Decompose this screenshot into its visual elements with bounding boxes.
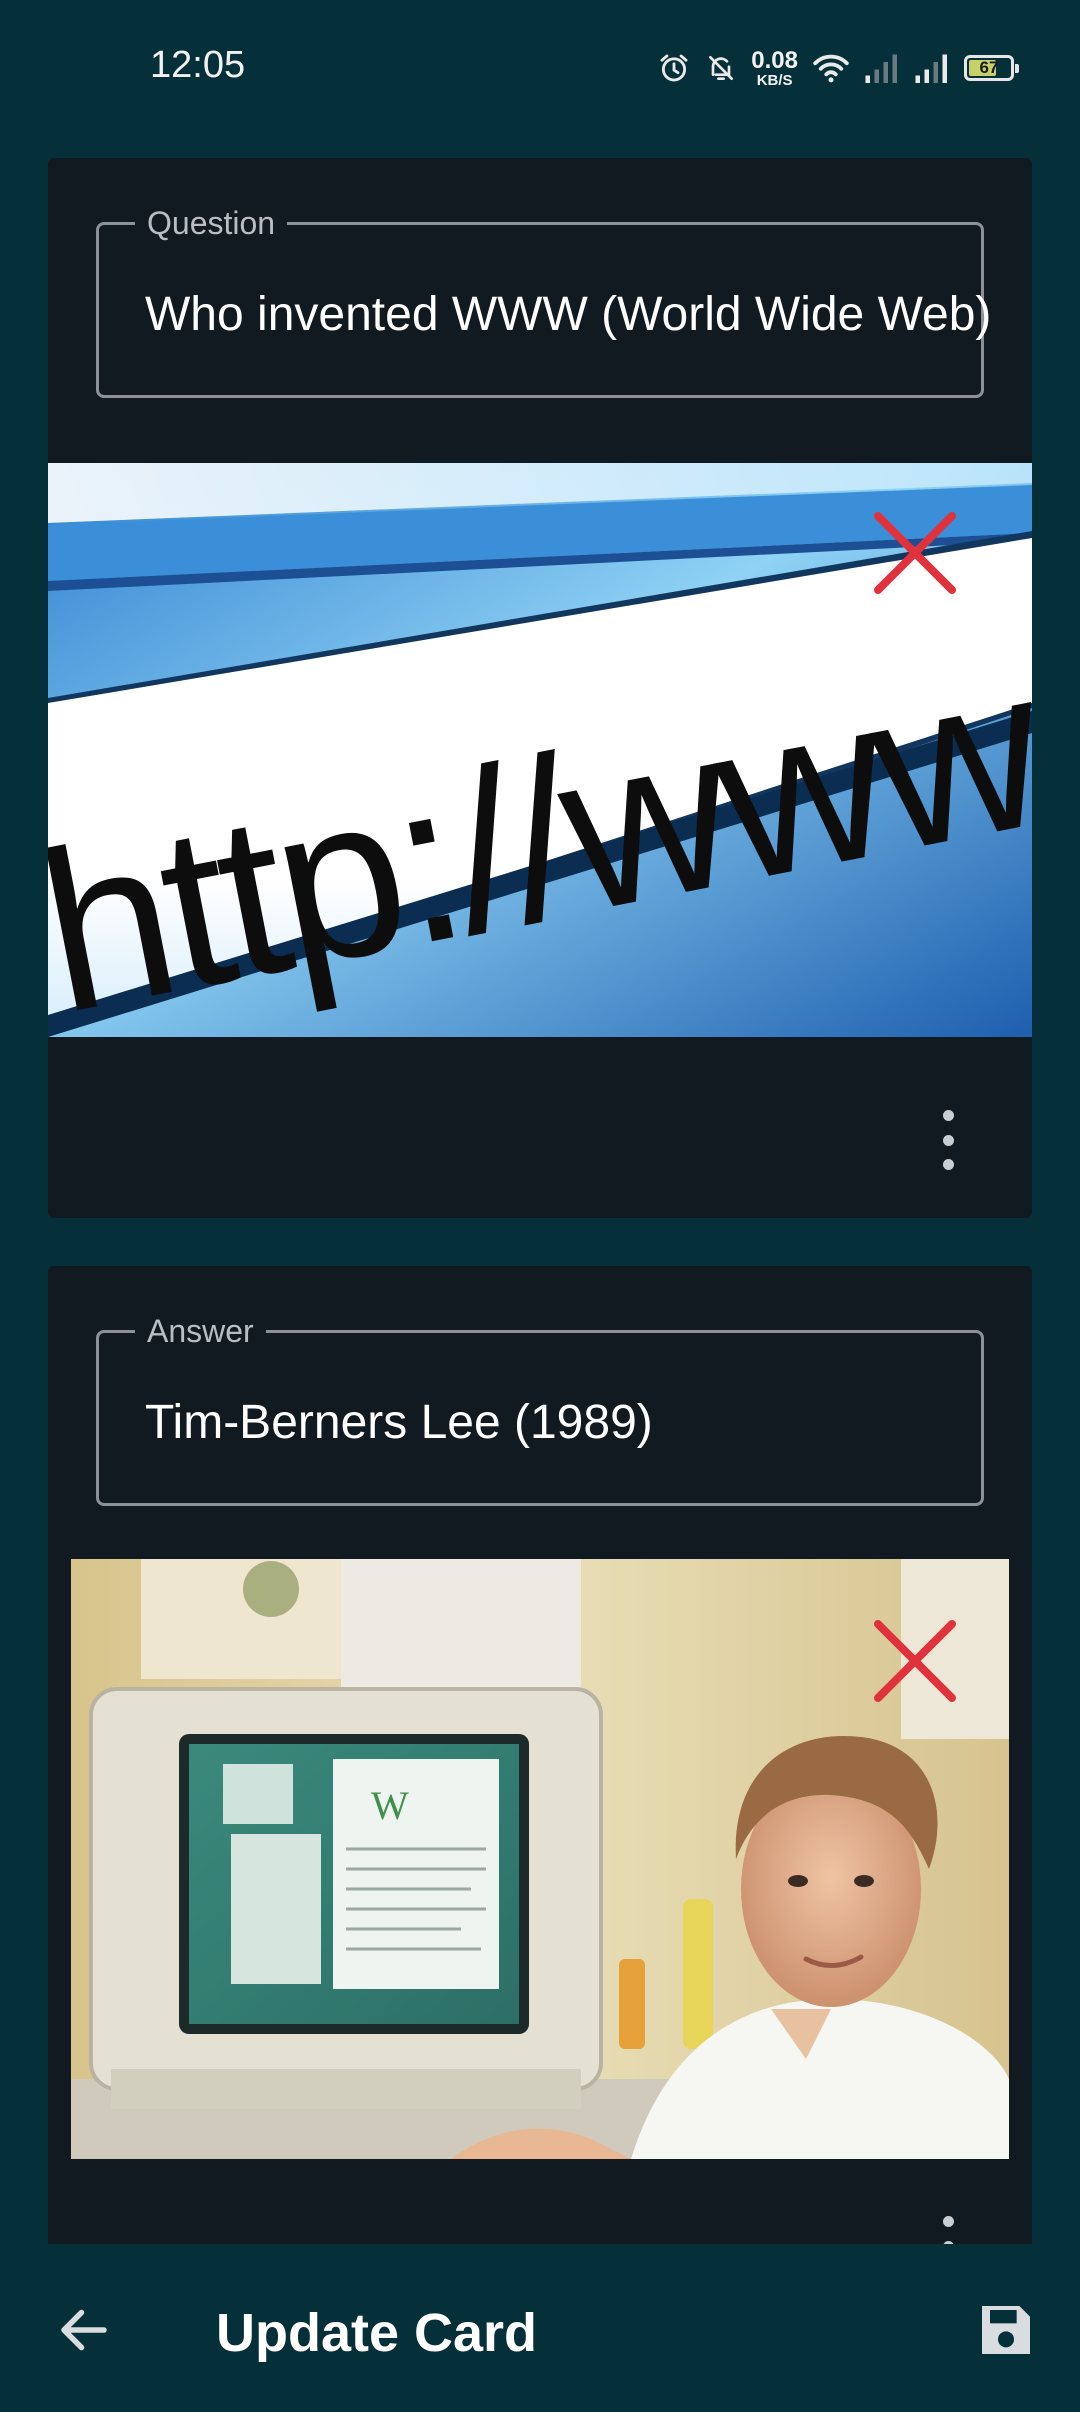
dot (942, 2216, 954, 2227)
remove-question-image-button[interactable] (870, 508, 960, 598)
question-input[interactable]: Who invented WWW (World Wide Web) (145, 287, 991, 342)
status-time: 12:05 (150, 44, 246, 86)
answer-input[interactable]: Tim-Berners Lee (1989) (145, 1395, 653, 1450)
network-speed-unit: KB/S (756, 71, 793, 89)
network-speed-value: 0.08 (751, 46, 798, 74)
answer-field[interactable]: Answer Tim-Berners Lee (1989) (96, 1311, 984, 1506)
status-icons: 0.08 KB/S 67 (657, 46, 1019, 90)
page-title: Update Card (216, 2303, 538, 2363)
network-speed: 0.08 KB/S (751, 46, 798, 89)
question-more-menu-button[interactable] (928, 1110, 968, 1170)
question-label: Question (135, 203, 288, 243)
question-card: Question Who invented WWW (World Wide We… (48, 158, 1032, 1218)
signal-icon (915, 54, 947, 83)
question-field[interactable]: Question Who invented WWW (World Wide We… (96, 203, 991, 398)
dot (942, 1134, 954, 1146)
wifi-icon (813, 54, 849, 83)
status-bar: 12:05 0.08 KB/S 67 (0, 0, 1080, 140)
battery-level: 67 (979, 58, 999, 77)
battery-icon: 67 (964, 55, 1019, 81)
dot (942, 1159, 954, 1170)
screen-w-logo: W (371, 1783, 409, 1828)
dot (942, 1110, 954, 1121)
person-with-computer-photo: W (71, 1559, 1009, 2159)
signal-icon (865, 54, 897, 83)
bottom-app-bar: Update Card (0, 2244, 1080, 2412)
answer-image: W (71, 1559, 1009, 2159)
answer-card: Answer Tim-Berners Lee (1989) W (48, 1266, 1032, 2266)
mute-bell-icon (709, 56, 734, 80)
arrow-back-icon[interactable] (54, 2300, 114, 2360)
alarm-icon (660, 54, 688, 82)
remove-answer-image-button[interactable] (870, 1616, 960, 1706)
answer-label: Answer (135, 1311, 266, 1351)
save-icon[interactable] (974, 2298, 1038, 2362)
